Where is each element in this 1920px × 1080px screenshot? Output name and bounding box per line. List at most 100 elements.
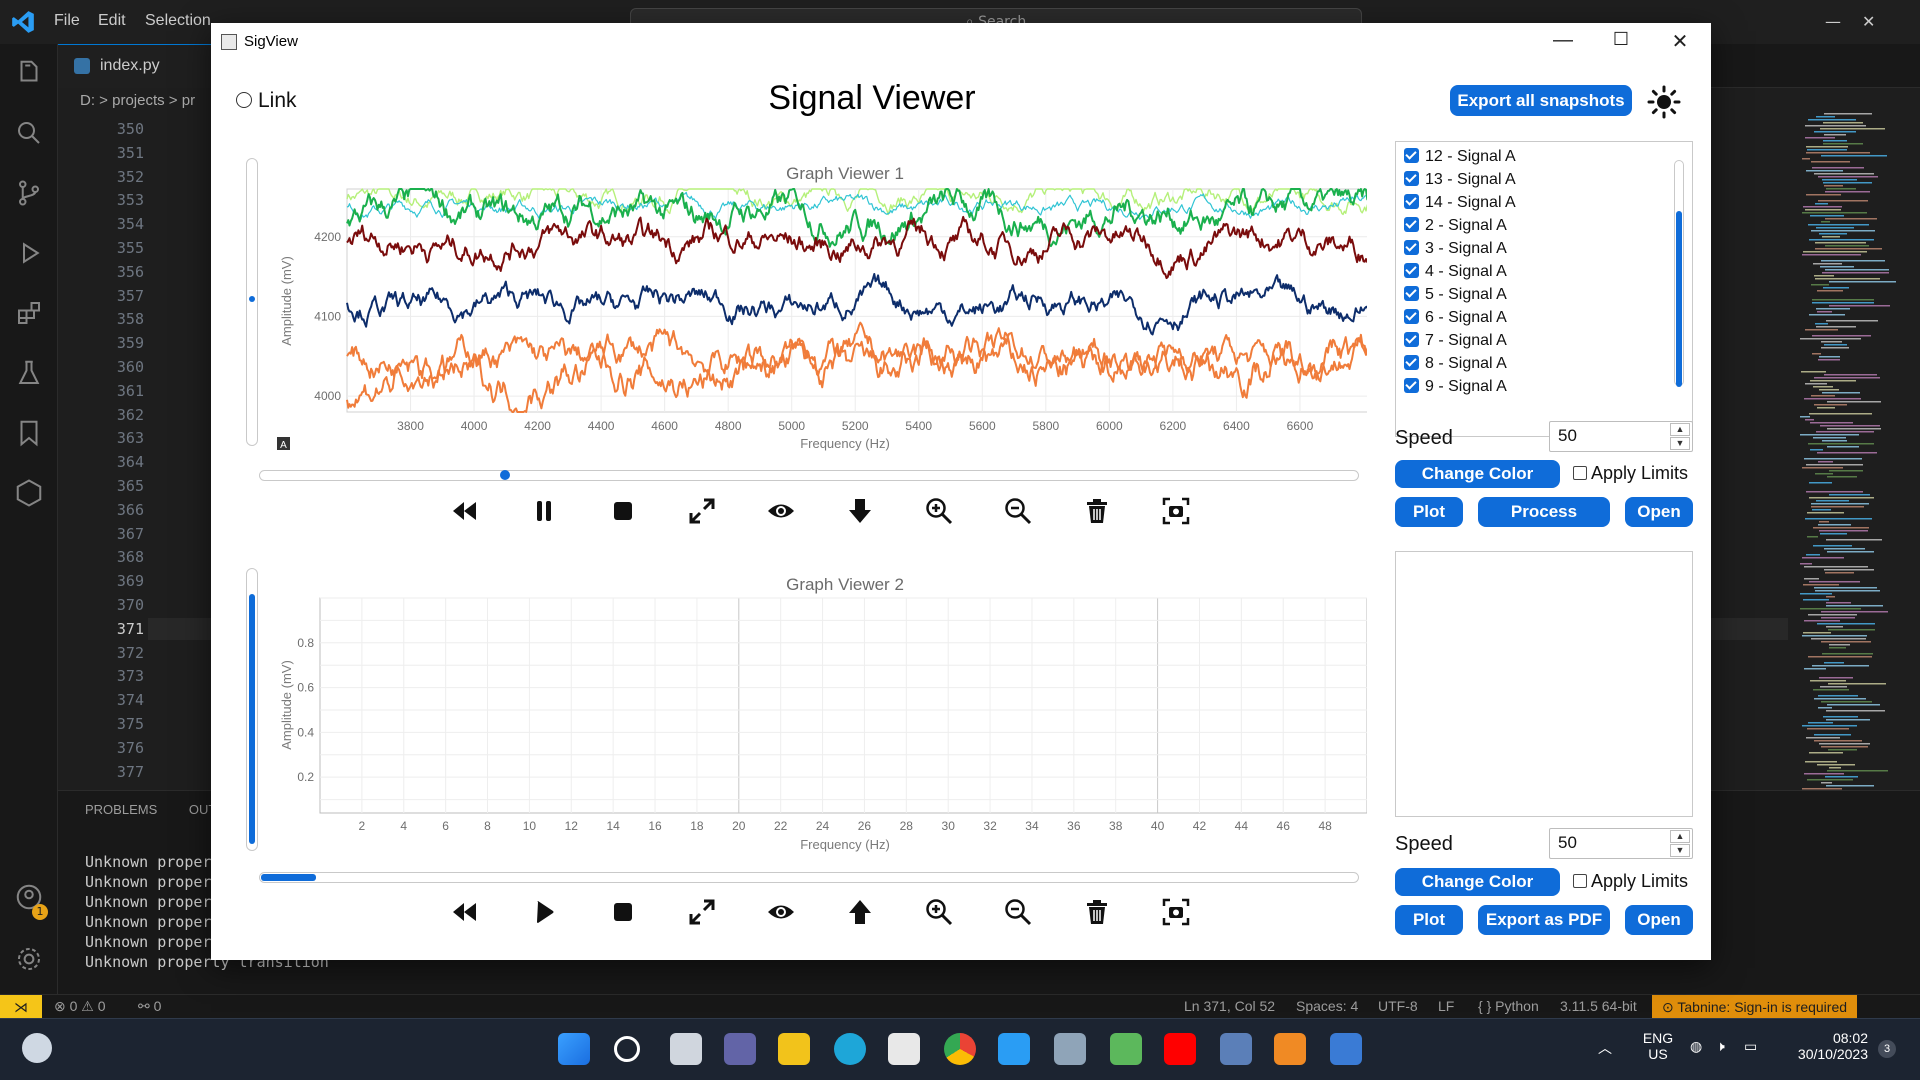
- snapshot-button[interactable]: [1160, 896, 1192, 928]
- export-all-snapshots-button[interactable]: Export all snapshots: [1450, 85, 1632, 116]
- app-orange-icon[interactable]: [1274, 1033, 1306, 1065]
- eye-button[interactable]: [765, 495, 797, 527]
- vscode-close-icon[interactable]: ✕: [1862, 12, 1875, 31]
- volume-muted-icon[interactable]: 🕨: [1716, 1038, 1725, 1055]
- process-button[interactable]: Process: [1478, 497, 1610, 527]
- plot-button-1[interactable]: Plot: [1395, 497, 1463, 527]
- language-indicator[interactable]: ENG US: [1638, 1030, 1678, 1062]
- stop-button[interactable]: [607, 896, 639, 928]
- snapshot-button[interactable]: [1160, 495, 1192, 527]
- graph2-horizontal-slider[interactable]: [259, 872, 1359, 883]
- graph2-vertical-slider-fill[interactable]: [249, 594, 255, 844]
- graph1-horizontal-slider[interactable]: [259, 470, 1359, 481]
- graph1-horizontal-slider-handle[interactable]: [499, 470, 510, 480]
- open-button-1[interactable]: Open: [1625, 497, 1693, 527]
- interpreter-status[interactable]: 3.11.5 64-bit: [1560, 998, 1637, 1014]
- signal-item[interactable]: 9 - Signal A: [1404, 376, 1507, 398]
- app-green-icon[interactable]: [1110, 1033, 1142, 1065]
- battery-icon[interactable]: ▭: [1744, 1038, 1757, 1055]
- eol-status[interactable]: LF: [1438, 998, 1454, 1014]
- speed-spinbox-2[interactable]: 50 ▲ ▼: [1549, 828, 1693, 859]
- spin-up-icon[interactable]: ▲: [1670, 830, 1690, 843]
- explorer-icon[interactable]: [14, 58, 44, 88]
- extensions-icon[interactable]: [14, 298, 44, 328]
- zoom-out-button[interactable]: [1002, 495, 1034, 527]
- run-debug-icon[interactable]: [14, 238, 44, 268]
- signal-item[interactable]: 3 - Signal A: [1404, 238, 1507, 260]
- graph-viewer-2[interactable]: Graph Viewer 2 2 4 6 8 10 12 14 16 18 20 22 24 26 28 3…: [277, 564, 1368, 866]
- indentation-status[interactable]: Spaces: 4: [1296, 998, 1358, 1014]
- signal-checkbox-icon[interactable]: [1404, 148, 1419, 163]
- testing-icon[interactable]: [14, 358, 44, 388]
- zoom-in-button[interactable]: [923, 896, 955, 928]
- breadcrumb-item[interactable]: projects: [112, 92, 165, 109]
- chrome-icon[interactable]: [944, 1033, 976, 1065]
- menu-selection[interactable]: Selection: [145, 12, 211, 30]
- signal-checkbox-icon[interactable]: [1404, 217, 1419, 232]
- minimize-icon[interactable]: —: [1548, 29, 1578, 52]
- graph2-horizontal-slider-fill[interactable]: [261, 874, 316, 881]
- teams-chat-icon[interactable]: [724, 1033, 756, 1065]
- store-icon[interactable]: [888, 1033, 920, 1065]
- apply-limits-checkbox-1[interactable]: Apply Limits: [1573, 463, 1688, 484]
- ports-status[interactable]: ⚯ 0: [138, 998, 161, 1015]
- play-button[interactable]: [528, 896, 560, 928]
- notification-count[interactable]: 3: [1878, 1040, 1896, 1058]
- plot-button-2[interactable]: Plot: [1395, 905, 1463, 935]
- youtube-icon[interactable]: [1164, 1033, 1196, 1065]
- graph2-plot[interactable]: Graph Viewer 2 2 4 6 8 10 12 14 16 18 20 22 24 26 28 3…: [277, 564, 1368, 866]
- weather-icon[interactable]: [22, 1033, 52, 1063]
- stop-button[interactable]: [607, 495, 639, 527]
- remote-indicator-icon[interactable]: ⋊: [0, 995, 42, 1019]
- file-explorer-icon[interactable]: [778, 1033, 810, 1065]
- menu-edit[interactable]: Edit: [98, 12, 126, 30]
- network-icon[interactable]: ◍: [1690, 1038, 1702, 1055]
- settings-gear-icon[interactable]: [14, 944, 44, 974]
- problems-status[interactable]: ⊗ 0 ⚠ 0: [54, 998, 106, 1015]
- signal-checkbox-icon[interactable]: [1404, 378, 1419, 393]
- signal-checkbox-icon[interactable]: [1404, 309, 1419, 324]
- bookmark-icon[interactable]: [14, 418, 44, 448]
- fullscreen-button[interactable]: [686, 896, 718, 928]
- spin-down-icon[interactable]: ▼: [1670, 437, 1690, 450]
- zoom-in-button[interactable]: [923, 495, 955, 527]
- graph2-vertical-slider[interactable]: [246, 568, 258, 851]
- start-icon[interactable]: [558, 1033, 590, 1065]
- breadcrumb-item[interactable]: pr: [182, 92, 195, 109]
- graph1-vertical-slider-handle[interactable]: [249, 296, 255, 302]
- signal-checkbox-icon[interactable]: [1404, 263, 1419, 278]
- breadcrumb-item[interactable]: D:: [80, 92, 95, 109]
- edge-icon[interactable]: [834, 1033, 866, 1065]
- signal-list-2[interactable]: [1395, 551, 1693, 817]
- vscode-taskbar-icon[interactable]: [998, 1033, 1030, 1065]
- open-button-2[interactable]: Open: [1625, 905, 1693, 935]
- trash-button[interactable]: [1081, 495, 1113, 527]
- search-icon[interactable]: [14, 118, 44, 148]
- tray-chevron-icon[interactable]: ︿: [1598, 1038, 1612, 1058]
- spin-down-icon[interactable]: ▼: [1670, 844, 1690, 857]
- theme-toggle-sun-icon[interactable]: [1647, 85, 1681, 119]
- signal-item[interactable]: 4 - Signal A: [1404, 261, 1507, 283]
- vscode-minimize-icon[interactable]: —: [1825, 12, 1841, 31]
- signal-item[interactable]: 7 - Signal A: [1404, 330, 1507, 352]
- signal-item[interactable]: 13 - Signal A: [1404, 169, 1516, 191]
- signal-checkbox-icon[interactable]: [1404, 355, 1419, 370]
- close-icon[interactable]: ✕: [1665, 29, 1695, 54]
- maximize-icon[interactable]: ☐: [1606, 29, 1636, 50]
- eye-button[interactable]: [765, 896, 797, 928]
- fullscreen-button[interactable]: [686, 495, 718, 527]
- signal-checkbox-icon[interactable]: [1404, 240, 1419, 255]
- tabnine-status[interactable]: ⊙ Tabnine: Sign-in is required: [1652, 995, 1858, 1019]
- zoom-out-button[interactable]: [1002, 896, 1034, 928]
- signal-list-scrollbar[interactable]: [1674, 160, 1684, 387]
- minimap[interactable]: [1790, 110, 1910, 790]
- editor-tab-index-py[interactable]: index.py: [58, 44, 218, 88]
- signal-item[interactable]: 6 - Signal A: [1404, 307, 1507, 329]
- signal-list[interactable]: 12 - Signal A 13 - Signal A 14 - Signal A 2…: [1395, 141, 1693, 437]
- source-control-icon[interactable]: [14, 178, 44, 208]
- rewind-button[interactable]: [449, 495, 481, 527]
- speed-spinbox-1[interactable]: 50 ▲ ▼: [1549, 421, 1693, 452]
- apply-limits-checkbox-2[interactable]: Apply Limits: [1573, 871, 1688, 892]
- task-view-icon[interactable]: [670, 1033, 702, 1065]
- taskbar-search-icon[interactable]: [614, 1036, 640, 1062]
